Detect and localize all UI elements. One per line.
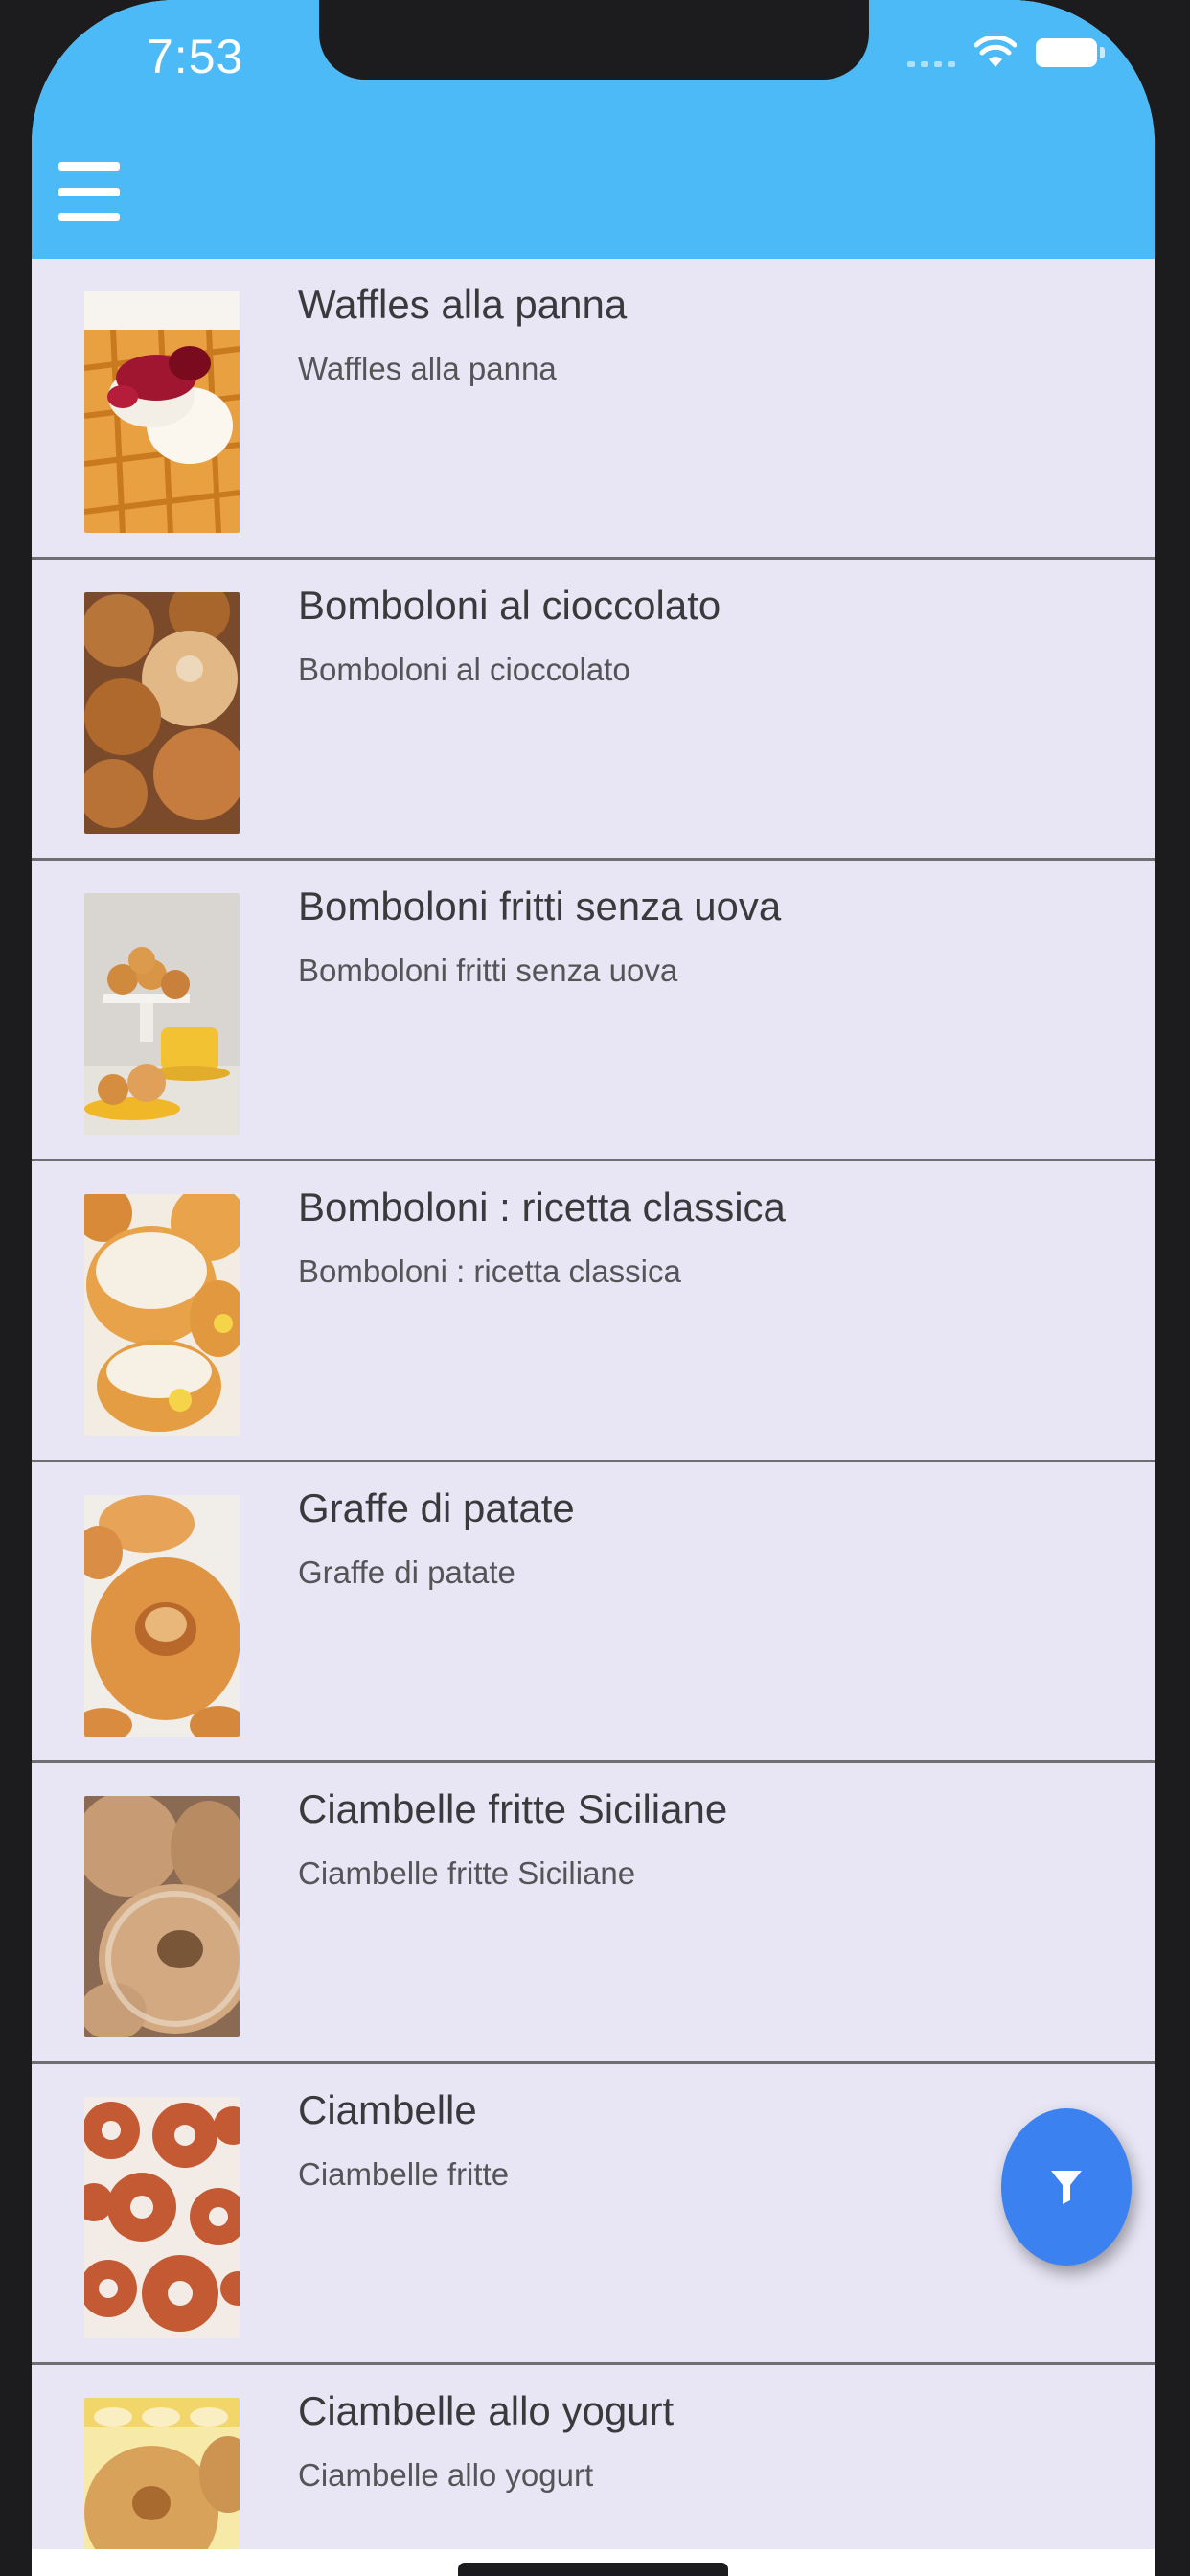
- recipe-title: Bomboloni al cioccolato: [298, 583, 721, 628]
- recipe-list-item[interactable]: Bomboloni fritti senza uova Bomboloni fr…: [32, 861, 1155, 1162]
- status-time: 7:53: [147, 30, 244, 83]
- filter-icon: [1051, 2171, 1082, 2204]
- ciambelle-sugar-photo: [84, 1796, 240, 2037]
- recipe-title: Graffe di patate: [298, 1485, 575, 1530]
- recipe-list-item[interactable]: Waffles alla panna Waffles alla panna: [32, 259, 1155, 560]
- recipe-title: Ciambelle: [298, 2087, 477, 2132]
- recipe-subtitle: Waffles alla panna: [298, 351, 557, 386]
- status-icons: [907, 36, 1105, 69]
- app-screen: 7:53 Waffles alla panna Waffles alla pan…: [32, 0, 1155, 2576]
- home-indicator[interactable]: [458, 2563, 728, 2576]
- waffles-photo: [84, 291, 240, 533]
- recipe-title: Waffles alla panna: [298, 282, 628, 327]
- bomboloni-cream-photo: [84, 1194, 240, 1436]
- recipe-list-item[interactable]: Ciambelle Ciambelle fritte: [32, 2064, 1155, 2365]
- bomboloni-cups-photo: [84, 893, 240, 1135]
- graffe-photo: [84, 1495, 240, 1736]
- recipe-list-item[interactable]: Graffe di patate Graffe di patate: [32, 1462, 1155, 1763]
- recipe-list-item[interactable]: Bomboloni : ricetta classica Bomboloni :…: [32, 1162, 1155, 1462]
- recipe-list-item[interactable]: Ciambelle fritte Siciliane Ciambelle fri…: [32, 1763, 1155, 2064]
- ciambelle-photo: [84, 2097, 240, 2338]
- device-notch: [319, 0, 869, 80]
- recipe-list-item[interactable]: Bomboloni al cioccolato Bomboloni al cio…: [32, 560, 1155, 861]
- cellular-signal-icon: [907, 38, 955, 67]
- recipe-title: Ciambelle allo yogurt: [298, 2388, 675, 2433]
- recipe-title: Ciambelle fritte Siciliane: [298, 1786, 728, 1831]
- app-bar: 7:53: [32, 0, 1155, 259]
- recipe-subtitle: Ciambelle fritte Siciliane: [298, 1855, 636, 1891]
- recipe-subtitle: Bomboloni : ricetta classica: [298, 1254, 681, 1289]
- menu-button[interactable]: [58, 158, 126, 225]
- battery-icon: [1036, 38, 1105, 67]
- bomboloni-photo: [84, 592, 240, 834]
- recipe-subtitle: Ciambelle allo yogurt: [298, 2457, 594, 2493]
- filter-button[interactable]: [1001, 2108, 1132, 2266]
- hamburger-menu-icon: [58, 162, 120, 171]
- wifi-icon: [974, 36, 1017, 67]
- recipe-title: Bomboloni fritti senza uova: [298, 884, 782, 929]
- recipe-subtitle: Ciambelle fritte: [298, 2156, 510, 2192]
- recipe-list: Waffles alla panna Waffles alla panna Bo…: [32, 259, 1155, 2576]
- recipe-subtitle: Bomboloni fritti senza uova: [298, 953, 678, 988]
- recipe-subtitle: Graffe di patate: [298, 1554, 515, 1590]
- recipe-title: Bomboloni : ricetta classica: [298, 1184, 786, 1230]
- device-frame: 7:53 Waffles alla panna Waffles alla pan…: [0, 0, 1190, 2576]
- recipe-list-item[interactable]: Ciambelle allo yogurt Ciambelle allo yog…: [32, 2365, 1155, 2576]
- recipe-subtitle: Bomboloni al cioccolato: [298, 652, 630, 687]
